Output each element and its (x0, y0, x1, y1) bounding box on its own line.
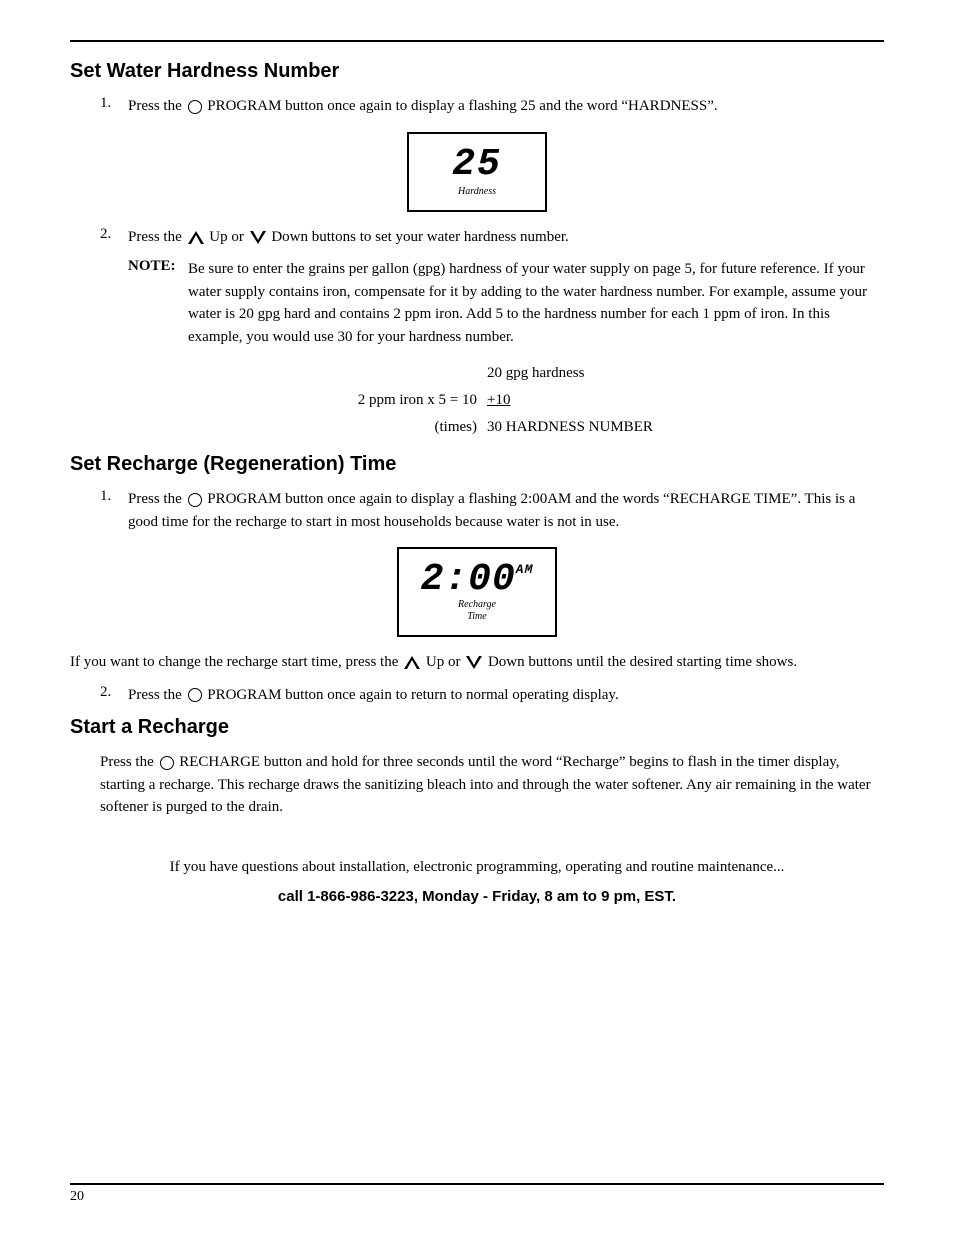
hardness-col1-r1 (267, 360, 487, 387)
down-arrow-icon-2 (466, 656, 482, 669)
s2-step1-content: Press the PROGRAM button once again to d… (128, 488, 884, 533)
display-box-2: 2:00 AM Recharge Time (397, 547, 557, 637)
display-number-time: 2:00 AM (421, 561, 534, 599)
up-arrow-icon-2 (404, 656, 420, 669)
am-label: AM (516, 563, 534, 576)
step2-content: Press the Up or Down buttons to set your… (128, 226, 884, 249)
change-after: Down buttons until the desired starting … (488, 654, 797, 670)
section3-title: Start a Recharge (70, 716, 884, 739)
display-box-1: 25 Hardness (407, 132, 547, 212)
step2-down-label: Down (271, 229, 308, 245)
down-arrow-icon-1 (250, 231, 266, 244)
top-border (70, 40, 884, 42)
display-label-1: Hardness (458, 186, 496, 197)
hardness-calc: 20 gpg hardness 2 ppm iron x 5 = 10 +10 … (70, 360, 884, 441)
hardness-table: 20 gpg hardness 2 ppm iron x 5 = 10 +10 … (267, 360, 687, 441)
bottom-border (70, 1183, 884, 1185)
s2-step2-content: Press the PROGRAM button once again to r… (128, 684, 884, 707)
change-time-paragraph: If you want to change the recharge start… (70, 651, 884, 674)
s2-step2-text-after: PROGRAM button once again to return to n… (207, 687, 618, 703)
hardness-row-2: 2 ppm iron x 5 = 10 +10 (267, 387, 687, 414)
section1-step2: 2. Press the Up or Down buttons to set y… (100, 226, 884, 249)
recharge-circle-icon (160, 756, 174, 770)
call-text: call 1-866-986-3223, Monday - Friday, 8 … (278, 888, 676, 905)
note-label: NOTE: (128, 258, 188, 348)
hardness-col1-r3: (times) (267, 414, 487, 441)
question-line: If you have questions about installation… (70, 859, 884, 876)
step1-text-after: PROGRAM button once again to display a f… (207, 98, 717, 114)
s2-step2-text-before: Press the (128, 687, 182, 703)
hardness-row-3: (times) 30 HARDNESS NUMBER (267, 414, 687, 441)
program-circle-icon-3 (188, 688, 202, 702)
call-line: call 1-866-986-3223, Monday - Friday, 8 … (70, 888, 884, 905)
s2-step1-text-after: PROGRAM button once again to display a f… (128, 491, 855, 530)
hardness-col2-r2: +10 (487, 387, 687, 414)
hardness-col2-r3: 30 HARDNESS NUMBER (487, 414, 687, 441)
section2-step2: 2. Press the PROGRAM button once again t… (100, 684, 884, 707)
underline-value: +10 (487, 392, 510, 408)
time-value: 2:00 (421, 561, 516, 599)
step2-text-before: Press the (128, 229, 182, 245)
section3-paragraph: Press the RECHARGE button and hold for t… (100, 751, 884, 819)
section1-step1: 1. Press the PROGRAM button once again t… (100, 95, 884, 118)
s2-step1-text-before: Press the (128, 491, 182, 507)
step1-number: 1. (100, 95, 128, 112)
change-or-text: or (448, 654, 464, 670)
recharge-label-line1: Recharge (458, 599, 496, 610)
hardness-col2-r1: 20 gpg hardness (487, 360, 687, 387)
step1-text-before: Press the (128, 98, 182, 114)
section1-title: Set Water Hardness Number (70, 60, 884, 83)
program-circle-icon (188, 100, 202, 114)
change-text: If you want to change the recharge start… (70, 654, 398, 670)
note-text: Be sure to enter the grains per gallon (… (188, 258, 884, 348)
question-text: If you have questions about installation… (170, 859, 785, 875)
change-up-label: Up (426, 654, 444, 670)
note-block: NOTE: Be sure to enter the grains per ga… (128, 258, 884, 348)
up-arrow-icon-1 (188, 231, 204, 244)
section2-step1: 1. Press the PROGRAM button once again t… (100, 488, 884, 533)
step2-text-after: buttons to set your water hardness numbe… (312, 229, 569, 245)
step2-up-label: Up (209, 229, 227, 245)
page-container: Set Water Hardness Number 1. Press the P… (0, 0, 954, 1235)
step2-or: or (231, 229, 244, 245)
display-label-two: Recharge Time (458, 599, 496, 623)
s2-step2-number: 2. (100, 684, 128, 701)
display-number-1: 25 (452, 146, 502, 184)
hardness-col1-r2: 2 ppm iron x 5 = 10 (267, 387, 487, 414)
recharge-label-line2: Time (467, 611, 486, 622)
s2-step1-number: 1. (100, 488, 128, 505)
section2-title: Set Recharge (Regeneration) Time (70, 453, 884, 476)
step2-number: 2. (100, 226, 128, 243)
program-circle-icon-2 (188, 493, 202, 507)
hardness-row-1: 20 gpg hardness (267, 360, 687, 387)
step1-content: Press the PROGRAM button once again to d… (128, 95, 884, 118)
page-number: 20 (70, 1189, 84, 1205)
